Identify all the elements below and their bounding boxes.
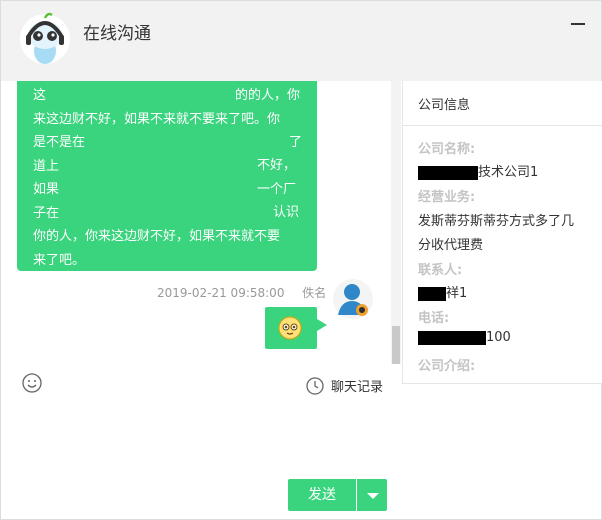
- window-header: 在线沟通: [1, 1, 601, 81]
- blushing-face-emoji: [278, 316, 302, 340]
- panel-title: 公司信息: [418, 98, 471, 113]
- redacted-block: [418, 286, 446, 301]
- redacted-block: [418, 330, 486, 345]
- chat-window: 在线沟通 这 来这边财不好，如果不来就不要来了吧。你 是不是在 道上 如果 子在…: [0, 0, 602, 520]
- received-message-bubble: 这 来这边财不好，如果不来就不要来了吧。你 是不是在 道上 如果 子在 你的人，…: [17, 81, 317, 271]
- clock-icon: [306, 376, 324, 395]
- smile-icon[interactable]: [22, 373, 42, 393]
- business-value: 分收代理费: [418, 238, 484, 253]
- phone-value: 100: [418, 330, 511, 345]
- message-line: 是不是在: [33, 135, 86, 150]
- message-meta: 2019-02-21 09:58:00 佚名: [157, 284, 326, 301]
- company-name-value: 技术公司1: [418, 161, 538, 180]
- send-button[interactable]: 发送: [288, 479, 356, 511]
- contact-value: 祥1: [418, 282, 467, 301]
- message-fragment: 认识: [273, 205, 300, 220]
- message-time: 2019-02-21 09:58:00: [157, 286, 285, 300]
- message-line: 你的人，你来这边财不好，如果不来就不要: [33, 229, 281, 244]
- company-name-label: 公司名称:: [418, 142, 476, 157]
- business-value: 发斯蒂芬斯蒂芬方式多了几: [418, 214, 575, 229]
- window-title: 在线沟通: [83, 24, 151, 44]
- scrollbar-thumb[interactable]: [392, 326, 400, 364]
- send-options-dropdown[interactable]: [357, 479, 387, 511]
- message-line: 来了吧。: [33, 252, 86, 268]
- chat-history-button[interactable]: 聊天记录: [306, 376, 383, 395]
- user-avatar-icon: [333, 279, 373, 319]
- message-fragment: 不好，: [257, 158, 297, 173]
- message-line: 子在: [33, 205, 60, 221]
- chat-history-label: 聊天记录: [331, 380, 384, 395]
- redacted-block: [418, 165, 478, 180]
- message-fragment: 的的人，你: [235, 88, 301, 103]
- message-fragment: 了: [289, 135, 303, 150]
- message-fragment: 一个厂: [257, 182, 297, 197]
- minimize-icon[interactable]: [571, 23, 585, 25]
- mascot-logo-icon: [17, 11, 73, 69]
- contact-label: 联系人:: [418, 263, 463, 278]
- message-sender: 佚名: [302, 286, 327, 300]
- phone-label: 电话:: [418, 311, 450, 326]
- message-line: 来这边财不好，如果不来就不要来了吧。你: [33, 111, 281, 127]
- sent-bubble-tail: [317, 319, 327, 331]
- business-label: 经营业务:: [418, 190, 476, 205]
- panel-divider: [403, 125, 602, 126]
- chat-scrollbar[interactable]: [391, 81, 401, 364]
- company-info-panel: 公司信息 公司名称: 技术公司1 经营业务: 发斯蒂芬斯蒂芬方式多了几 分收代理…: [402, 81, 602, 384]
- intro-label: 公司介绍:: [418, 359, 476, 374]
